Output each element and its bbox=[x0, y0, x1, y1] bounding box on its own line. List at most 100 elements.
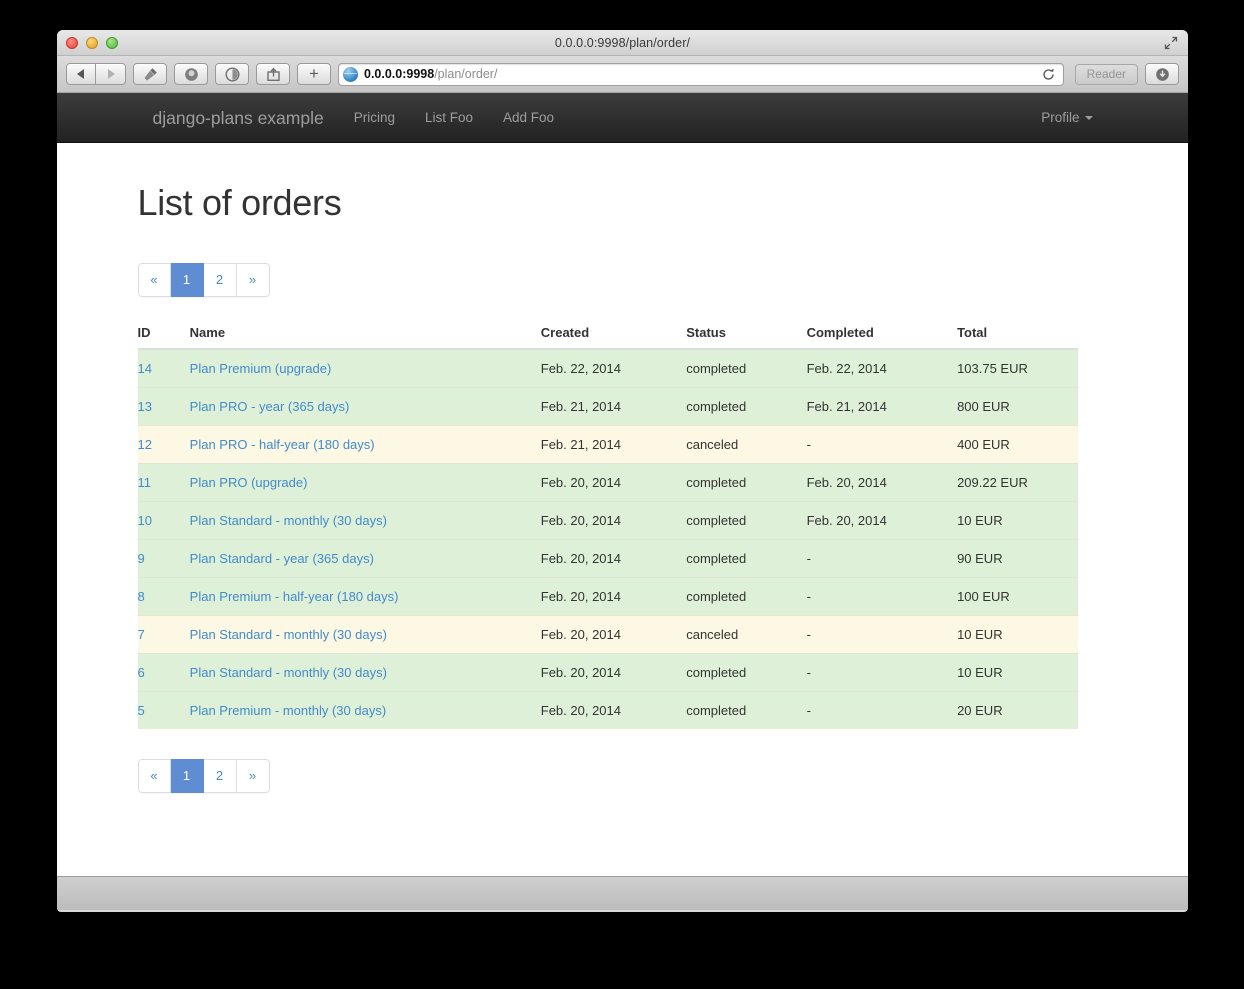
cell-completed-text: - bbox=[806, 550, 811, 566]
share-icon[interactable] bbox=[256, 63, 290, 85]
nav-link-add-foo[interactable]: Add Foo bbox=[488, 93, 569, 143]
cell-id: 14 bbox=[138, 349, 190, 388]
close-window-button[interactable] bbox=[66, 37, 78, 49]
cell-status-text: canceled bbox=[686, 626, 739, 642]
traffic-lights bbox=[66, 37, 118, 49]
table-row: 6 Plan Standard - monthly (30 days) Feb. 2… bbox=[137, 652, 1078, 692]
cell-completed: - bbox=[806, 538, 958, 578]
reader-button[interactable]: Reader bbox=[1074, 63, 1138, 85]
cell-id-link[interactable]: 7 bbox=[138, 627, 145, 642]
cell-total: 20 EUR bbox=[957, 690, 1078, 729]
browser-window: 0.0.0.0:9998/plan/order/ + 0.0.0.0:9998/… bbox=[57, 30, 1188, 912]
cell-completed: Feb. 21, 2014 bbox=[806, 386, 958, 426]
cell-name-link[interactable]: Plan Premium (upgrade) bbox=[190, 361, 332, 376]
window-bottom-strip bbox=[57, 876, 1188, 910]
cell-completed-text: Feb. 20, 2014 bbox=[806, 474, 887, 490]
column-header-created: Created bbox=[540, 316, 687, 350]
back-arrow-icon[interactable] bbox=[66, 63, 96, 85]
orders-table: ID Name Created Status Completed Total 1… bbox=[137, 316, 1078, 729]
cell-id-link[interactable]: 10 bbox=[138, 513, 152, 528]
cell-id-link[interactable]: 11 bbox=[138, 475, 152, 490]
column-header-id: ID bbox=[137, 316, 190, 350]
minimize-window-button[interactable] bbox=[86, 37, 98, 49]
cell-id-link[interactable]: 9 bbox=[138, 551, 145, 566]
cell-name-link[interactable]: Plan PRO - year (365 days) bbox=[190, 399, 350, 414]
cell-created-text: Feb. 20, 2014 bbox=[540, 474, 621, 490]
cell-id-link[interactable]: 5 bbox=[138, 703, 145, 718]
cell-id-link[interactable]: 6 bbox=[138, 665, 145, 680]
cell-name-link[interactable]: Plan Premium - monthly (30 days) bbox=[190, 703, 387, 718]
orders-table-head: ID Name Created Status Completed Total bbox=[137, 316, 1078, 350]
cell-completed: - bbox=[806, 614, 958, 654]
new-tab-button[interactable]: + bbox=[297, 63, 331, 85]
cell-total-text: 10 EUR bbox=[957, 664, 1003, 680]
cell-name-link[interactable]: Plan Standard - monthly (30 days) bbox=[190, 665, 387, 680]
expand-arrows-icon[interactable] bbox=[1162, 34, 1180, 52]
profile-dropdown[interactable]: Profile bbox=[1026, 93, 1107, 143]
cell-total: 10 EUR bbox=[957, 614, 1078, 654]
cell-id: 7 bbox=[137, 614, 190, 654]
column-header-name: Name bbox=[189, 316, 541, 350]
profile-label: Profile bbox=[1041, 109, 1080, 125]
pagination-bottom-page-2[interactable]: 2 bbox=[203, 758, 237, 793]
navbar-right: Profile bbox=[1026, 93, 1107, 143]
forward-arrow-icon[interactable] bbox=[96, 63, 126, 85]
maximize-window-button[interactable] bbox=[106, 37, 118, 49]
pagination-page-2[interactable]: 2 bbox=[203, 262, 237, 297]
cell-completed-text: Feb. 20, 2014 bbox=[806, 512, 887, 528]
cell-name-link[interactable]: Plan PRO - half-year (180 days) bbox=[190, 437, 375, 452]
cell-name: Plan PRO - half-year (180 days) bbox=[189, 424, 541, 464]
cell-id-link[interactable]: 12 bbox=[138, 437, 152, 452]
cell-name-link[interactable]: Plan Premium - half-year (180 days) bbox=[190, 589, 399, 604]
navbar-brand[interactable]: django-plans example bbox=[138, 93, 339, 143]
cell-name: Plan Premium - half-year (180 days) bbox=[189, 576, 541, 616]
cell-status-text: completed bbox=[686, 588, 747, 604]
table-row: 10 Plan Standard - monthly (30 days) Feb. … bbox=[137, 500, 1078, 540]
cell-name: Plan Standard - year (365 days) bbox=[189, 538, 541, 578]
pagination-prev[interactable]: « bbox=[137, 262, 171, 297]
pagination-next[interactable]: » bbox=[236, 262, 270, 297]
caret-down-icon bbox=[1084, 115, 1093, 120]
cell-completed-text: Feb. 22, 2014 bbox=[806, 360, 887, 376]
address-bar[interactable]: 0.0.0.0:9998/plan/order/ bbox=[338, 62, 1064, 86]
content-container: List of orders « 1 2 » ID Name Created S… bbox=[137, 143, 1108, 813]
table-row: 12 Plan PRO - half-year (180 days) Feb. 21… bbox=[137, 424, 1078, 464]
flashlight-icon[interactable] bbox=[133, 63, 167, 85]
reading-list-icon[interactable] bbox=[215, 63, 249, 85]
cell-id: 5 bbox=[137, 690, 190, 729]
reload-icon[interactable] bbox=[1039, 68, 1059, 81]
nav-link-pricing[interactable]: Pricing bbox=[339, 93, 410, 143]
cell-name-link[interactable]: Plan Standard - year (365 days) bbox=[190, 551, 374, 566]
top-sites-icon[interactable] bbox=[174, 63, 208, 85]
table-row: 5 Plan Premium - monthly (30 days) Feb. 20… bbox=[137, 690, 1078, 729]
pagination-bottom-prev[interactable]: « bbox=[137, 758, 171, 793]
cell-name: Plan PRO - year (365 days) bbox=[189, 386, 541, 426]
column-header-status: Status bbox=[686, 316, 807, 350]
cell-name-link[interactable]: Plan Standard - monthly (30 days) bbox=[190, 513, 387, 528]
nav-link-list-foo[interactable]: List Foo bbox=[410, 93, 488, 143]
pagination-page-1[interactable]: 1 bbox=[170, 262, 204, 297]
cell-id-link[interactable]: 14 bbox=[138, 361, 152, 376]
cell-name-link[interactable]: Plan Standard - monthly (30 days) bbox=[190, 627, 387, 642]
pagination-bottom-page-1[interactable]: 1 bbox=[170, 758, 204, 793]
cell-name-link[interactable]: Plan PRO (upgrade) bbox=[190, 475, 308, 490]
cell-created-text: Feb. 21, 2014 bbox=[540, 436, 621, 452]
pagination-bottom-next[interactable]: » bbox=[236, 758, 270, 793]
site-globe-icon bbox=[343, 66, 358, 82]
cell-id-link[interactable]: 8 bbox=[138, 589, 145, 604]
navbar-links: Pricing List Foo Add Foo bbox=[339, 93, 569, 143]
cell-id: 8 bbox=[137, 576, 190, 616]
downloads-icon[interactable] bbox=[1145, 63, 1179, 85]
cell-completed: Feb. 22, 2014 bbox=[807, 349, 957, 388]
cell-total: 800 EUR bbox=[957, 386, 1078, 426]
cell-created-text: Feb. 21, 2014 bbox=[540, 398, 621, 414]
cell-name: Plan Standard - monthly (30 days) bbox=[189, 652, 541, 692]
cell-status-text: completed bbox=[686, 512, 747, 528]
cell-id-link[interactable]: 13 bbox=[138, 399, 152, 414]
cell-created: Feb. 20, 2014 bbox=[540, 500, 687, 540]
cell-created-text: Feb. 20, 2014 bbox=[540, 512, 621, 528]
cell-total-text: 800 EUR bbox=[957, 398, 1010, 414]
cell-status: completed bbox=[686, 652, 807, 692]
cell-created-text: Feb. 20, 2014 bbox=[540, 702, 621, 718]
cell-created-text: Feb. 20, 2014 bbox=[540, 550, 621, 566]
